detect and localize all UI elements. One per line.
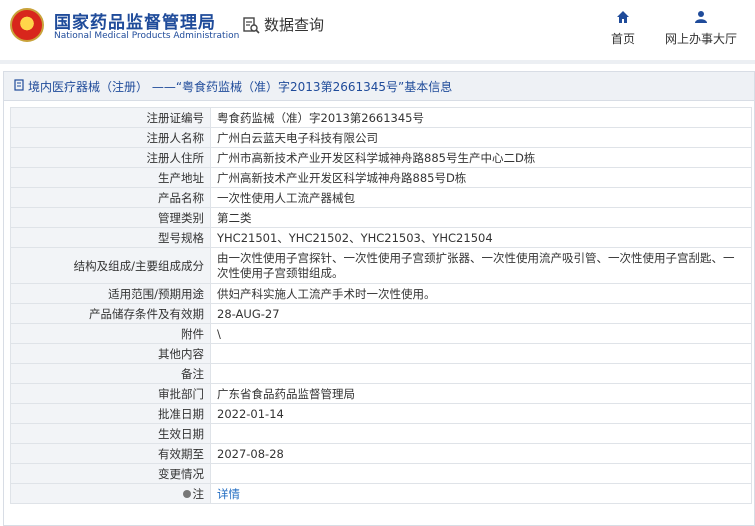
table-row: 注册人住所 广州市高新技术产业开发区科学城神舟路885号生产中心二D栋 (10, 147, 752, 168)
table-row: 适用范围/预期用途 供妇产科实施人工流产手术时一次性使用。 (10, 283, 752, 304)
panel-title-text: 境内医疗器械（注册） ——“粤食药监械（准）字2013第2661345号”基本信… (28, 79, 453, 94)
nav-online-service-label: 网上办事大厅 (664, 32, 737, 46)
table-row: 结构及组成/主要组成成分 由一次性使用子宫探针、一次性使用子宫颈扩张器、一次性使用… (10, 247, 752, 284)
field-value (210, 363, 752, 384)
field-value: \ (210, 323, 752, 344)
field-value: 2022-01-14 (210, 403, 752, 424)
panel-title: 境内医疗器械（注册） ——“粤食药监械（准）字2013第2661345号”基本信… (4, 72, 754, 101)
field-label: 备注 (10, 363, 211, 384)
table-row: 其他内容 (10, 343, 752, 364)
field-value (210, 463, 752, 484)
note-label: 注 (192, 486, 205, 501)
table-row: 产品名称 一次性使用人工流产器械包 (10, 187, 752, 208)
field-value (210, 423, 752, 444)
national-emblem-logo (10, 8, 44, 42)
nav-online-service[interactable]: 网上办事大厅 (665, 10, 737, 47)
field-value: 28-AUG-27 (210, 303, 752, 324)
field-label: 管理类别 (10, 207, 211, 228)
home-icon (616, 10, 630, 26)
field-value: 粤食药监械（准）字2013第2661345号 (210, 107, 752, 128)
nav-home[interactable]: 首页 (611, 10, 635, 47)
field-value: 广州市高新技术产业开发区科学城神舟路885号生产中心二D栋 (210, 147, 752, 168)
field-label: 批准日期 (10, 403, 211, 424)
table-row: 产品储存条件及有效期 28-AUG-27 (10, 303, 752, 324)
table-row: 注 详情 (10, 483, 752, 504)
field-value: 由一次性使用子宫探针、一次性使用子宫颈扩张器、一次性使用流产吸引管、一次性使用子… (210, 247, 752, 284)
field-label-note: 注 (10, 483, 211, 504)
field-label: 有效期至 (10, 443, 211, 464)
field-value (210, 343, 752, 364)
field-value: 广州高新技术产业开发区科学城神舟路885号D栋 (210, 167, 752, 188)
top-nav: 首页 网上办事大厅 (611, 10, 737, 47)
field-label: 其他内容 (10, 343, 211, 364)
field-label: 注册证编号 (10, 107, 211, 128)
field-label: 结构及组成/主要组成成分 (10, 247, 211, 284)
field-value: 广东省食品药品监督管理局 (210, 383, 752, 404)
user-icon (694, 10, 708, 26)
field-label: 注册人名称 (10, 127, 211, 148)
document-icon (14, 78, 24, 94)
details-link[interactable]: 详情 (217, 487, 240, 501)
table-row: 有效期至 2027-08-28 (10, 443, 752, 464)
header-divider (0, 60, 755, 64)
field-value: 供妇产科实施人工流产手术时一次性使用。 (210, 283, 752, 304)
field-label: 型号规格 (10, 227, 211, 248)
table-row: 审批部门 广东省食品药品监督管理局 (10, 383, 752, 404)
field-label: 附件 (10, 323, 211, 344)
brand-name-en: National Medical Products Administration (54, 31, 240, 41)
detail-table: 注册证编号 粤食药监械（准）字2013第2661345号 注册人名称 广州白云蓝天电… (10, 107, 752, 504)
data-query-tab[interactable]: 数据查询 (242, 14, 324, 35)
field-label: 产品名称 (10, 187, 211, 208)
field-value: YHC21501、YHC21502、YHC21503、YHC21504 (210, 227, 752, 248)
table-row: 生效日期 (10, 423, 752, 444)
field-label: 适用范围/预期用途 (10, 283, 211, 304)
table-row: 管理类别 第二类 (10, 207, 752, 228)
field-label: 生产地址 (10, 167, 211, 188)
table-row: 注册证编号 粤食药监械（准）字2013第2661345号 (10, 107, 752, 128)
table-row: 型号规格 YHC21501、YHC21502、YHC21503、YHC21504 (10, 227, 752, 248)
table-row: 注册人名称 广州白云蓝天电子科技有限公司 (10, 127, 752, 148)
field-value: 第二类 (210, 207, 752, 228)
field-label: 产品储存条件及有效期 (10, 303, 211, 324)
table-row: 生产地址 广州高新技术产业开发区科学城神舟路885号D栋 (10, 167, 752, 188)
site-header: 国家药品监督管理局 National Medical Products Admi… (0, 0, 755, 60)
data-query-label: 数据查询 (264, 16, 325, 34)
field-value: 2027-08-28 (210, 443, 752, 464)
brand-name-cn: 国家药品监督管理局 (54, 13, 216, 33)
table-row: 批准日期 2022-01-14 (10, 403, 752, 424)
field-label: 变更情况 (10, 463, 211, 484)
field-value: 详情 (210, 483, 752, 504)
lightbulb-icon (182, 490, 191, 498)
field-label: 审批部门 (10, 383, 211, 404)
nav-home-label: 首页 (610, 32, 635, 46)
search-document-icon (242, 16, 260, 34)
field-label: 生效日期 (10, 423, 211, 444)
table-row: 变更情况 (10, 463, 752, 484)
table-row: 附件 \ (10, 323, 752, 344)
table-row: 备注 (10, 363, 752, 384)
field-value: 广州白云蓝天电子科技有限公司 (210, 127, 752, 148)
field-label: 注册人住所 (10, 147, 211, 168)
field-value: 一次性使用人工流产器械包 (210, 187, 752, 208)
